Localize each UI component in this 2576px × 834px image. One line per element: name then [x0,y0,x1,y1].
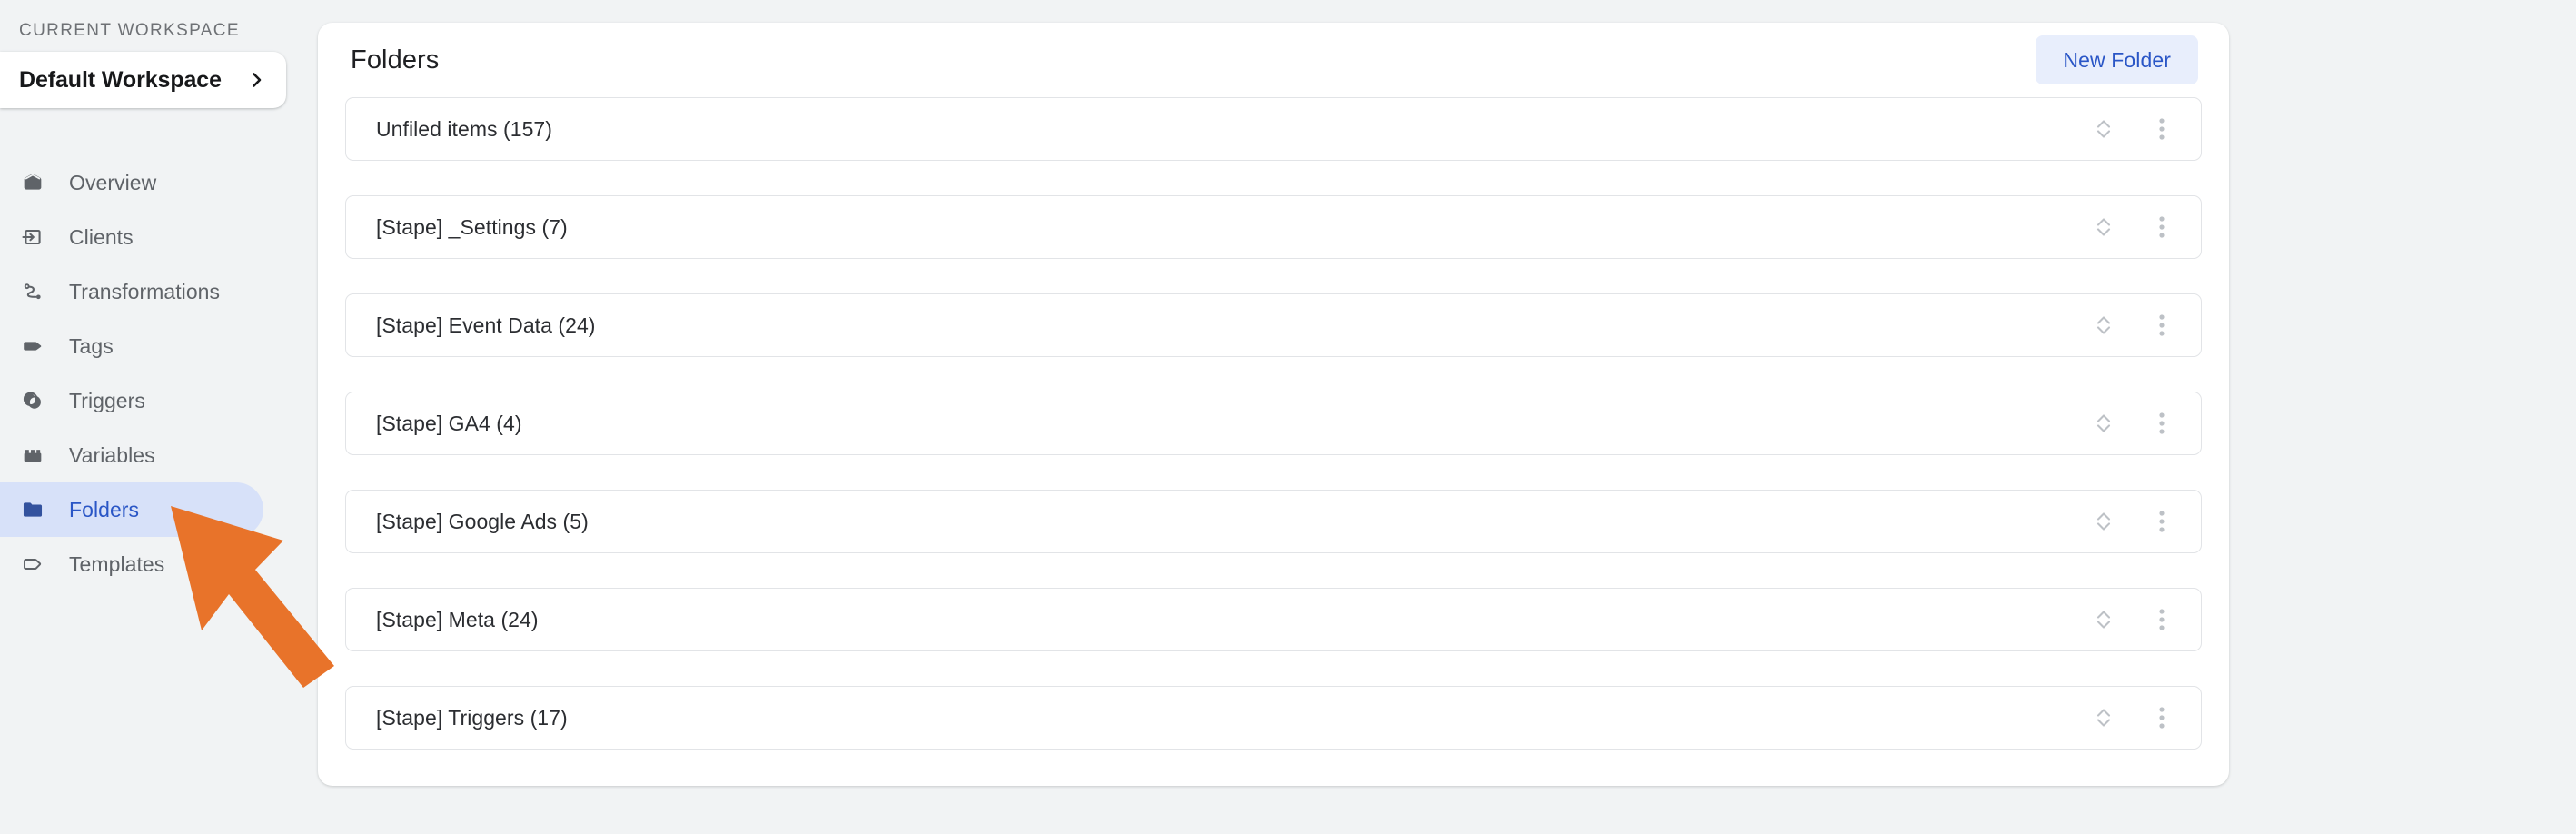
sort-updown-icon[interactable] [2088,310,2119,341]
sidebar-item-label: Templates [69,551,165,576]
more-vertical-icon[interactable] [2146,604,2177,635]
folder-icon [19,496,46,523]
trigger-circle-icon [19,387,46,414]
sort-updown-icon[interactable] [2088,604,2119,635]
overview-box-icon [19,169,46,196]
table-row[interactable]: [Stape] Event Data (24) [345,293,2202,357]
table-row[interactable]: [Stape] Google Ads (5) [345,490,2202,553]
more-vertical-icon[interactable] [2146,310,2177,341]
sort-updown-icon[interactable] [2088,702,2119,733]
sidebar-item-variables[interactable]: Variables [0,428,263,482]
table-row[interactable]: [Stape] _Settings (7) [345,195,2202,259]
transformations-icon [19,278,46,305]
row-actions [2088,212,2177,243]
row-actions [2088,408,2177,439]
template-tag-icon [19,551,46,578]
current-workspace-label: CURRENT WORKSPACE [19,21,240,40]
folder-name: [Stape] _Settings (7) [376,214,568,239]
folder-name: [Stape] Meta (24) [376,607,539,631]
folders-panel: Folders New Folder Unfiled items (157) [… [318,23,2229,786]
folder-name: [Stape] Event Data (24) [376,313,596,337]
workspace-name: Default Workspace [19,66,222,93]
sidebar-item-tags[interactable]: Tags [0,319,263,373]
table-row[interactable]: [Stape] GA4 (4) [345,392,2202,455]
sort-updown-icon[interactable] [2088,114,2119,144]
chevron-right-icon [248,71,266,89]
sidebar-item-label: Folders [69,497,140,521]
more-vertical-icon[interactable] [2146,506,2177,537]
page-title: Folders [351,45,440,74]
table-row[interactable]: [Stape] Triggers (17) [345,686,2202,750]
folder-name: [Stape] GA4 (4) [376,411,522,435]
sidebar-item-overview[interactable]: Overview [0,155,263,210]
sidebar-item-label: Transformations [69,279,221,303]
panel-header: Folders New Folder [345,23,2202,97]
variables-block-icon [19,442,46,469]
sidebar-item-label: Triggers [69,388,145,412]
sidebar-item-templates[interactable]: Templates [0,537,263,591]
row-actions [2088,702,2177,733]
app-root: CURRENT WORKSPACE Default Workspace Over… [0,0,2576,834]
row-actions [2088,604,2177,635]
row-actions [2088,114,2177,144]
client-login-icon [19,223,46,251]
sidebar-item-folders[interactable]: Folders [0,482,263,537]
row-actions [2088,506,2177,537]
folder-name: [Stape] Triggers (17) [376,705,568,730]
main-content: Folders New Folder Unfiled items (157) [… [286,0,2576,834]
sidebar-item-label: Clients [69,224,134,249]
table-row[interactable]: [Stape] Meta (24) [345,588,2202,651]
sidebar: CURRENT WORKSPACE Default Workspace Over… [0,0,286,834]
sort-updown-icon[interactable] [2088,506,2119,537]
workspace-selector[interactable]: Default Workspace [0,52,286,108]
more-vertical-icon[interactable] [2146,702,2177,733]
row-actions [2088,310,2177,341]
folder-name: [Stape] Google Ads (5) [376,509,589,533]
more-vertical-icon[interactable] [2146,408,2177,439]
folder-name: Unfiled items (157) [376,116,552,141]
folder-list: Unfiled items (157) [Stape] _Settings (7… [345,97,2202,750]
more-vertical-icon[interactable] [2146,212,2177,243]
sidebar-item-label: Overview [69,170,157,194]
sort-updown-icon[interactable] [2088,212,2119,243]
sidebar-item-label: Variables [69,442,155,467]
sidebar-nav: Overview Clients Transformations Tags Tr… [0,155,286,591]
sidebar-item-clients[interactable]: Clients [0,210,263,264]
new-folder-button[interactable]: New Folder [2036,35,2198,84]
sidebar-item-label: Tags [69,333,114,358]
table-row[interactable]: Unfiled items (157) [345,97,2202,161]
tag-filled-icon [19,333,46,360]
sidebar-item-triggers[interactable]: Triggers [0,373,263,428]
sort-updown-icon[interactable] [2088,408,2119,439]
more-vertical-icon[interactable] [2146,114,2177,144]
sidebar-item-transformations[interactable]: Transformations [0,264,263,319]
